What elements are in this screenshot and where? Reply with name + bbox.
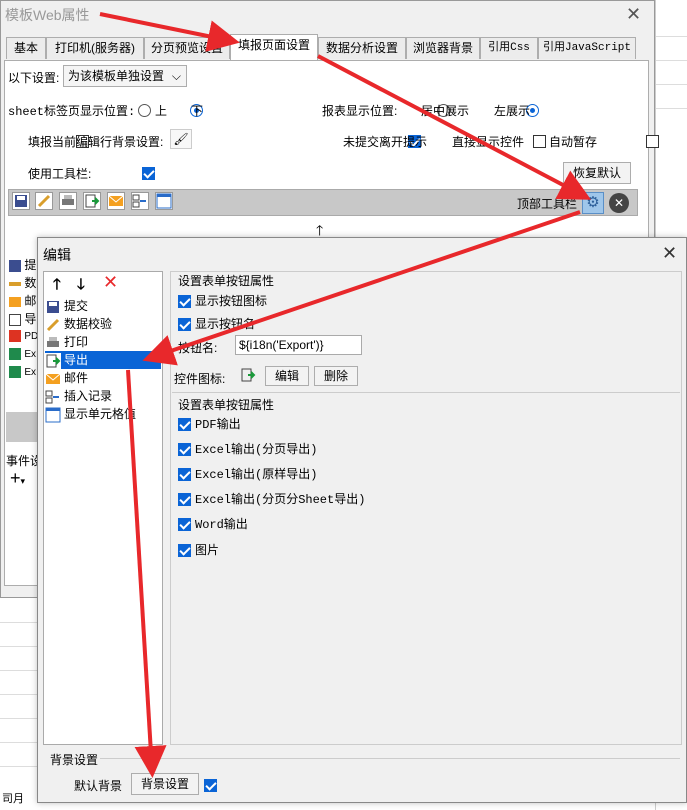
arrow-to-gear [317, 54, 592, 200]
annotation-arrows [99, 12, 592, 778]
arrow-to-bg-settings [126, 369, 167, 778]
arrow-to-fill-tab [99, 12, 240, 52]
arrow-to-export [142, 210, 581, 366]
